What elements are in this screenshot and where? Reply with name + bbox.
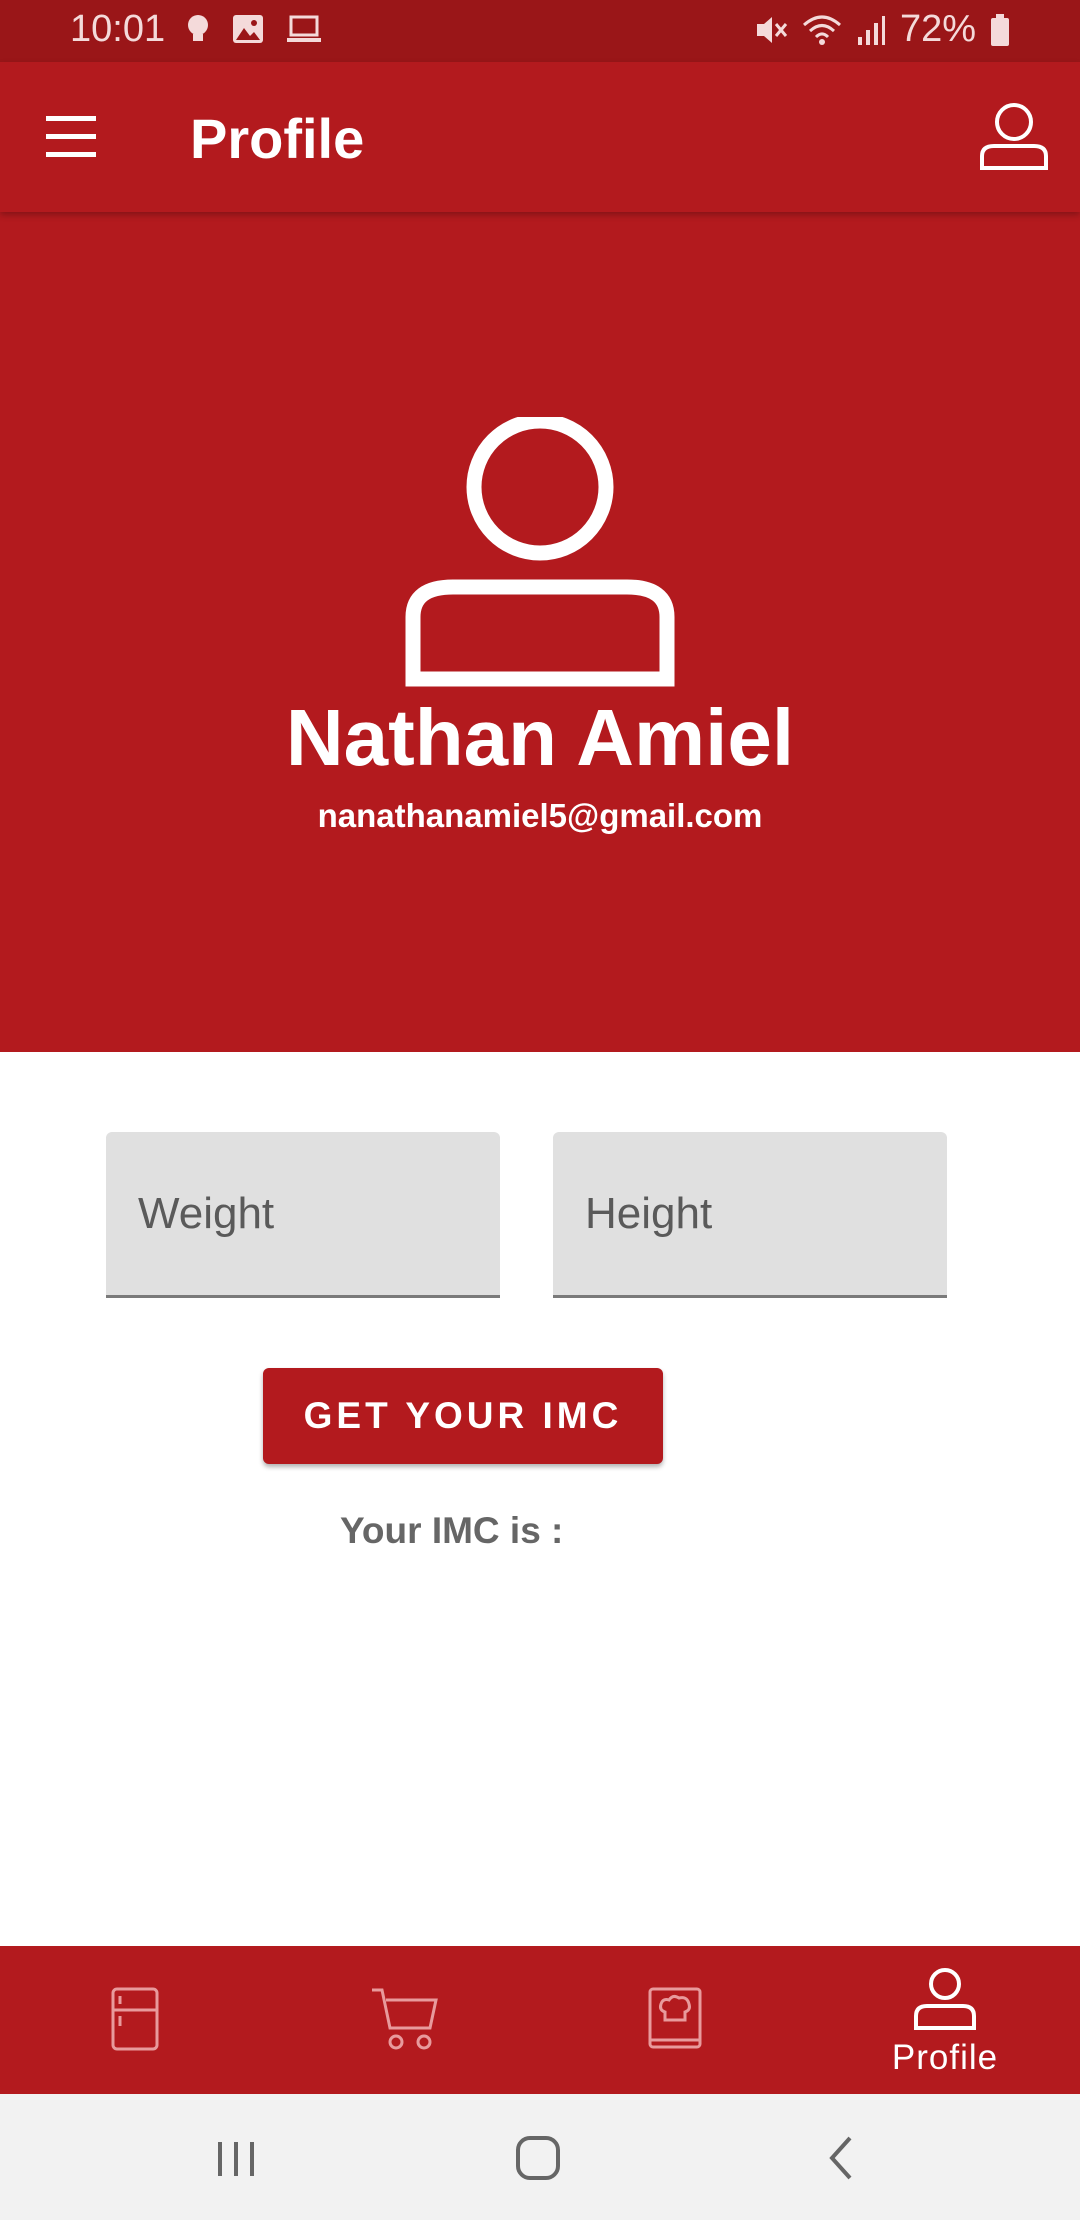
battery-icon — [991, 13, 1009, 46]
recents-button[interactable] — [206, 2128, 266, 2188]
user-name: Nathan Amiel — [285, 693, 795, 782]
image-icon — [233, 15, 263, 43]
system-status-icons: 72% — [754, 8, 1010, 51]
profile-icon — [914, 1968, 976, 2030]
status-bar: 10:01 72% — [0, 0, 1080, 62]
status-time: 10:01 — [70, 8, 166, 50]
get-imc-button[interactable]: GET YOUR IMC — [263, 1368, 663, 1464]
avatar-icon — [405, 417, 675, 687]
account-icon — [980, 103, 1048, 170]
recents-icon — [218, 2142, 254, 2176]
menu-button[interactable] — [40, 108, 110, 166]
notification-icons — [186, 14, 322, 46]
system-navigation-bar — [0, 2094, 1080, 2220]
page-title: Profile — [190, 107, 365, 170]
signal-icon — [857, 15, 885, 45]
height-input[interactable] — [553, 1132, 947, 1298]
home-icon — [516, 2136, 560, 2180]
nav-item-fridge[interactable] — [0, 1946, 270, 2094]
mute-icon — [756, 16, 788, 43]
battery-percentage: 72% — [899, 8, 976, 50]
app-bar: Profile — [0, 62, 1080, 212]
cart-icon — [372, 1988, 438, 2050]
back-icon — [829, 2136, 852, 2180]
account-button[interactable] — [978, 100, 1050, 172]
menu-icon — [46, 116, 96, 157]
weight-input[interactable] — [106, 1132, 500, 1298]
wifi-icon — [802, 15, 841, 45]
user-email: nanathanamiel5@gmail.com — [317, 797, 763, 834]
lightbulb-icon — [188, 15, 208, 41]
imc-result-label: Your IMC is : — [340, 1510, 564, 1551]
recipe-book-icon — [648, 1987, 702, 2049]
nav-profile-label: Profile — [891, 2038, 999, 2077]
home-button[interactable] — [508, 2128, 568, 2188]
nav-item-profile[interactable]: Profile — [810, 1946, 1080, 2094]
fridge-icon — [111, 1987, 159, 2051]
laptop-icon — [287, 15, 321, 42]
nav-item-cart[interactable] — [270, 1946, 540, 2094]
profile-header: Nathan Amiel nanathanamiel5@gmail.com — [0, 212, 1080, 1052]
bottom-navigation: Profile — [0, 1946, 1080, 2094]
back-button[interactable] — [812, 2128, 872, 2188]
nav-item-recipes[interactable] — [540, 1946, 810, 2094]
